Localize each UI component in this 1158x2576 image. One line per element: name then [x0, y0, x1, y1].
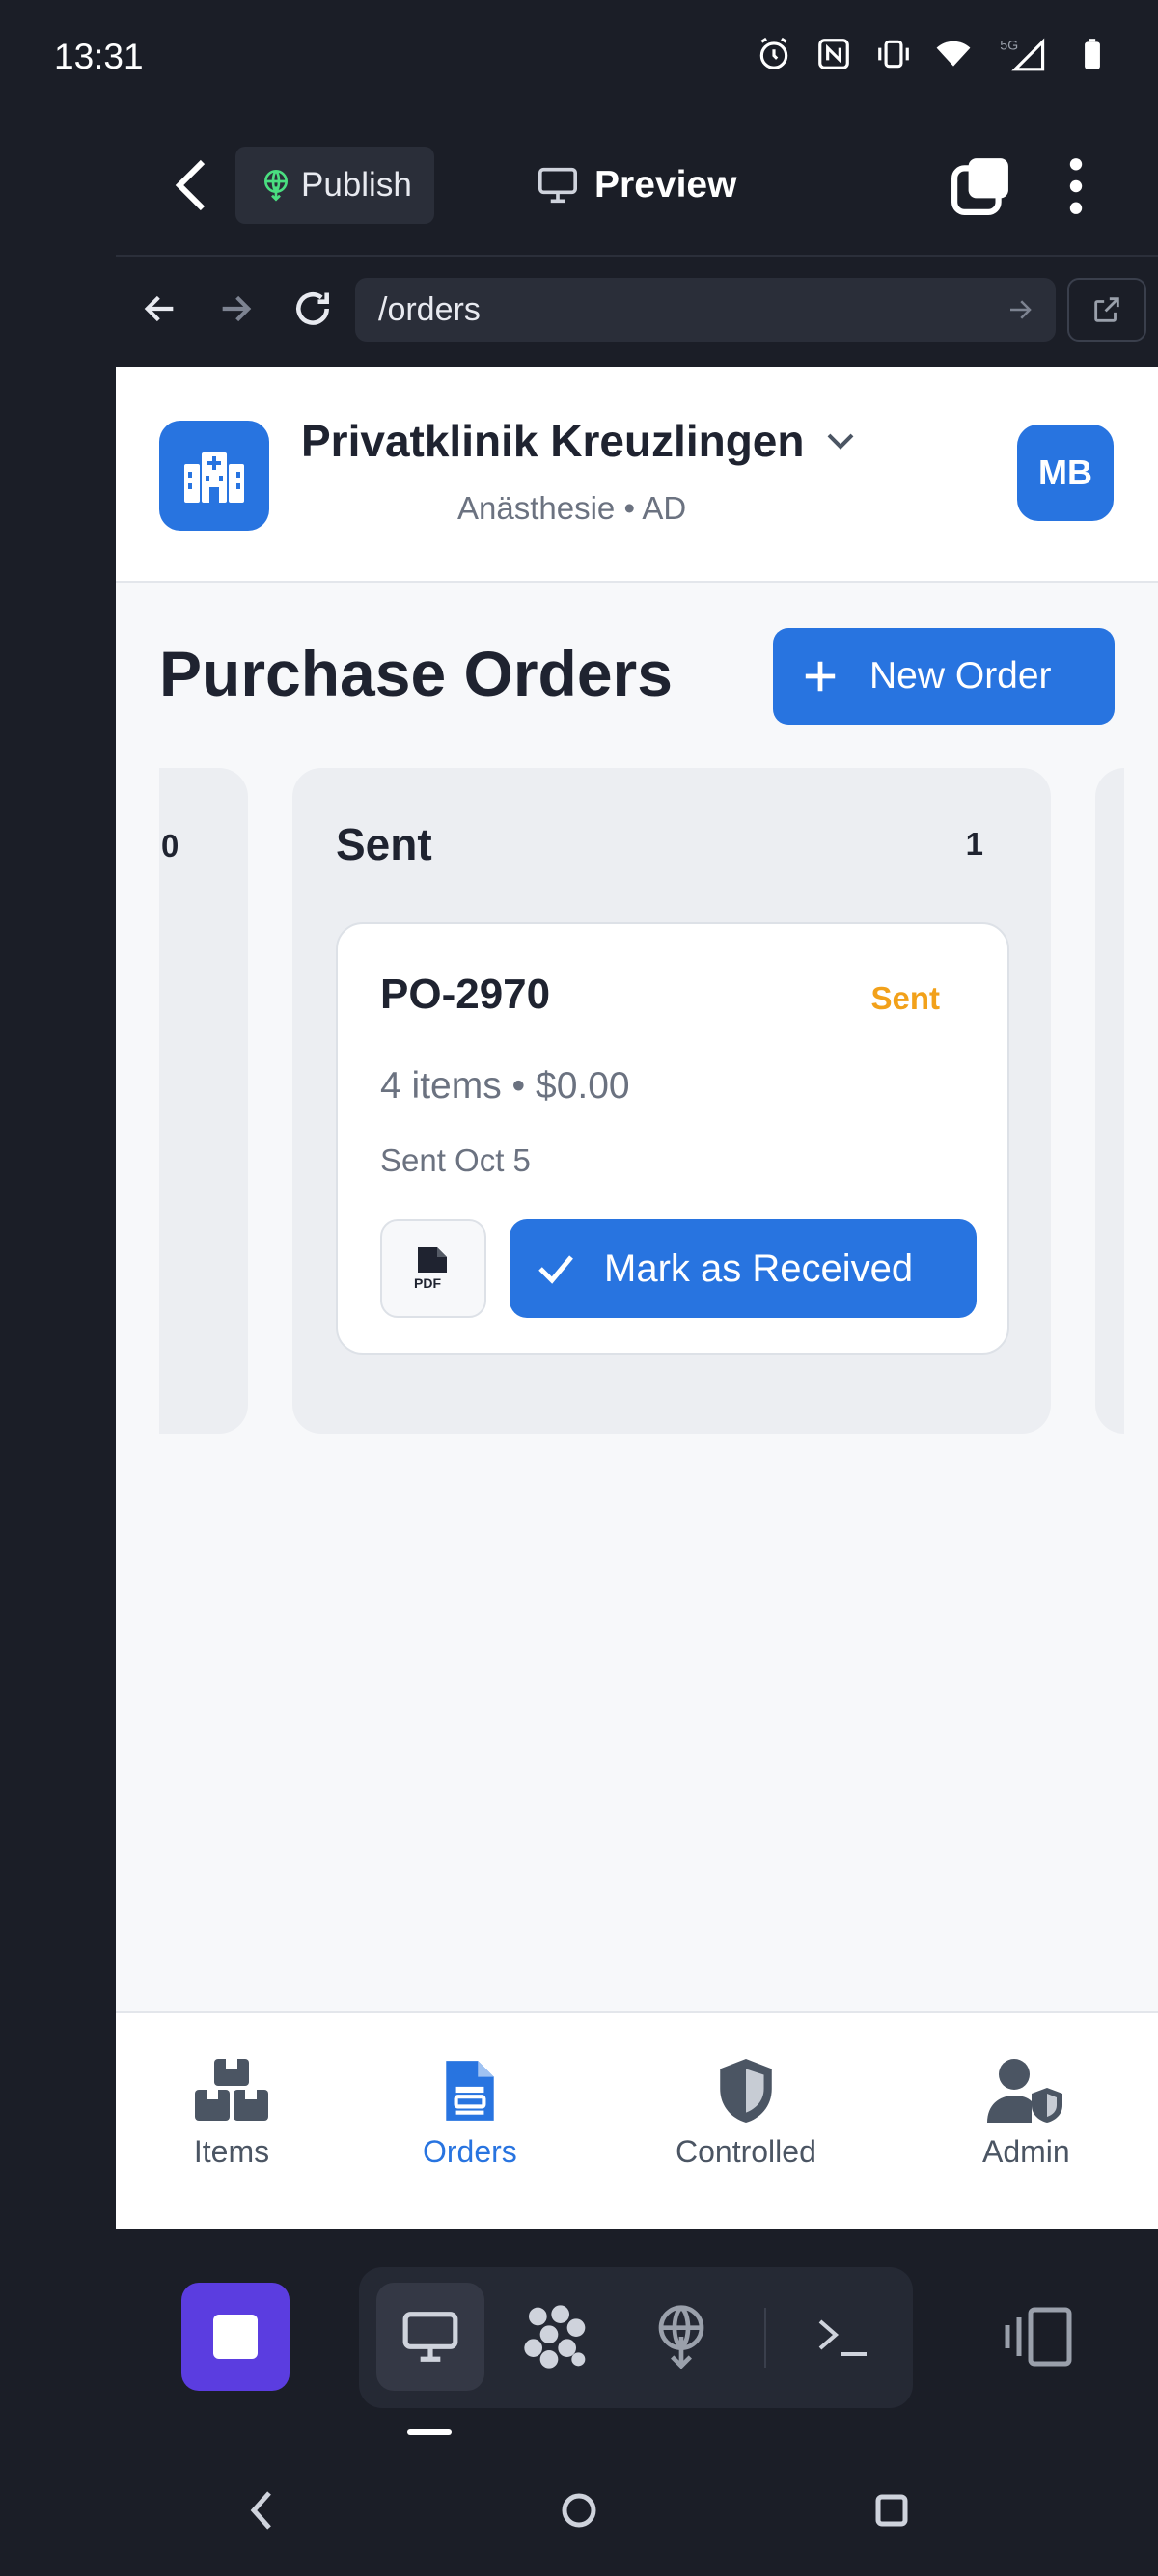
wifi-icon — [934, 35, 973, 73]
url-input[interactable]: /orders — [355, 278, 1056, 342]
nav-item-controlled[interactable]: Controlled — [676, 2057, 816, 2170]
nfc-icon — [814, 35, 853, 73]
battery-icon — [1073, 35, 1112, 73]
system-back-icon[interactable] — [247, 2489, 276, 2532]
pdf-file-icon: PDF — [414, 1247, 447, 1291]
column-count: 1 — [965, 826, 983, 862]
new-order-label: New Order — [869, 655, 1052, 697]
monitor-icon — [402, 2312, 458, 2362]
signal-icon: 5G — [994, 35, 1052, 73]
check-icon — [538, 1255, 573, 1284]
bottom-nav: Items Orders Controlled Admin — [116, 2011, 1158, 2229]
column-title: Sent — [336, 819, 432, 869]
back-chevron-icon[interactable] — [172, 158, 210, 212]
clinic-switcher[interactable]: Privatklinik Kreuzlingen — [301, 415, 856, 467]
avatar[interactable]: MB — [1017, 425, 1114, 521]
terminal-icon — [818, 2319, 867, 2356]
clinic-department: Anästhesie • AD — [457, 490, 687, 526]
monitor-icon — [538, 167, 577, 204]
stop-square-icon — [213, 2315, 258, 2359]
device-layout-icon[interactable] — [1000, 2306, 1077, 2368]
dock-terminal-button[interactable] — [789, 2283, 897, 2391]
mark-received-label: Mark as Received — [604, 1247, 914, 1290]
dock-separator — [764, 2308, 766, 2368]
dock-preview-button[interactable] — [376, 2283, 484, 2391]
new-order-button[interactable]: New Order — [773, 628, 1115, 725]
status-time: 13:31 — [54, 37, 144, 76]
column-count: 0 — [161, 828, 179, 863]
system-recents-icon[interactable] — [874, 2493, 909, 2528]
status-icons: 5G — [755, 35, 1112, 73]
plus-icon — [805, 661, 836, 692]
user-shield-icon — [987, 2059, 1063, 2123]
system-nav-bar — [0, 2470, 1158, 2557]
mark-received-button[interactable]: Mark as Received — [510, 1219, 977, 1318]
toolbar-divider — [116, 255, 1158, 257]
dock-handle — [407, 2429, 452, 2435]
order-date: Sent Oct 5 — [380, 1142, 531, 1178]
preview-tab[interactable]: Preview — [537, 156, 736, 214]
nav-label: Items — [193, 2134, 270, 2169]
status-badge: Sent — [870, 980, 940, 1016]
nav-label: Controlled — [676, 2134, 816, 2169]
nav-item-items[interactable]: Items — [193, 2057, 270, 2170]
stop-button[interactable] — [181, 2283, 290, 2391]
go-arrow-icon[interactable] — [1006, 295, 1034, 324]
app-header: Privatklinik Kreuzlingen Anästhesie • AD… — [116, 367, 1158, 583]
vibrate-icon — [874, 35, 913, 73]
nav-label: Orders — [423, 2134, 517, 2169]
document-icon — [446, 2061, 494, 2121]
dock-publish-button[interactable] — [627, 2283, 735, 2391]
publish-button[interactable]: Publish — [235, 147, 434, 224]
globe-upload-icon — [658, 2305, 704, 2369]
shield-icon — [720, 2059, 772, 2123]
status-bar: 13:31 5G — [0, 0, 1158, 116]
pdf-label: PDF — [414, 1275, 441, 1291]
nav-item-orders[interactable]: Orders — [423, 2057, 517, 2170]
nav-label: Admin — [982, 2134, 1070, 2169]
kanban-column-sent: Sent 1 PO-2970 Sent 4 items • $0.00 Sent… — [292, 768, 1051, 1434]
system-home-icon[interactable] — [560, 2491, 598, 2530]
open-external-button[interactable] — [1067, 278, 1146, 342]
boxes-icon — [195, 2059, 268, 2121]
kanban-column-partial: 0 — [159, 768, 248, 1434]
external-link-icon — [1094, 297, 1119, 322]
pdf-download-button[interactable]: PDF — [380, 1219, 486, 1318]
network-type: 5G — [1000, 38, 1018, 53]
arrow-right-icon[interactable] — [216, 289, 255, 328]
alarm-icon — [755, 35, 793, 73]
order-number: PO-2970 — [380, 971, 551, 1018]
dock-agents-button[interactable] — [502, 2283, 610, 2391]
swarm-icon — [524, 2305, 586, 2369]
more-vertical-icon[interactable] — [1062, 156, 1090, 216]
arrow-left-icon[interactable] — [141, 289, 179, 328]
app-preview: Privatklinik Kreuzlingen Anästhesie • AD… — [116, 367, 1158, 2229]
publish-label: Publish — [301, 166, 412, 204]
copy-icon[interactable] — [951, 156, 1010, 216]
globe-upload-icon — [264, 170, 288, 202]
hospital-logo-icon[interactable] — [159, 421, 269, 531]
order-summary: 4 items • $0.00 — [380, 1065, 630, 1107]
reload-icon[interactable] — [291, 288, 334, 330]
dock-toolbar — [359, 2267, 913, 2408]
chevron-down-icon — [828, 433, 854, 450]
kanban-column-partial — [1095, 768, 1124, 1434]
order-card[interactable]: PO-2970 Sent 4 items • $0.00 Sent Oct 5 … — [336, 922, 1009, 1355]
preview-label: Preview — [594, 164, 737, 206]
clinic-name: Privatklinik Kreuzlingen — [301, 416, 805, 466]
page-title: Purchase Orders — [159, 638, 673, 709]
nav-item-admin[interactable]: Admin — [982, 2057, 1070, 2170]
url-text: /orders — [378, 290, 481, 328]
